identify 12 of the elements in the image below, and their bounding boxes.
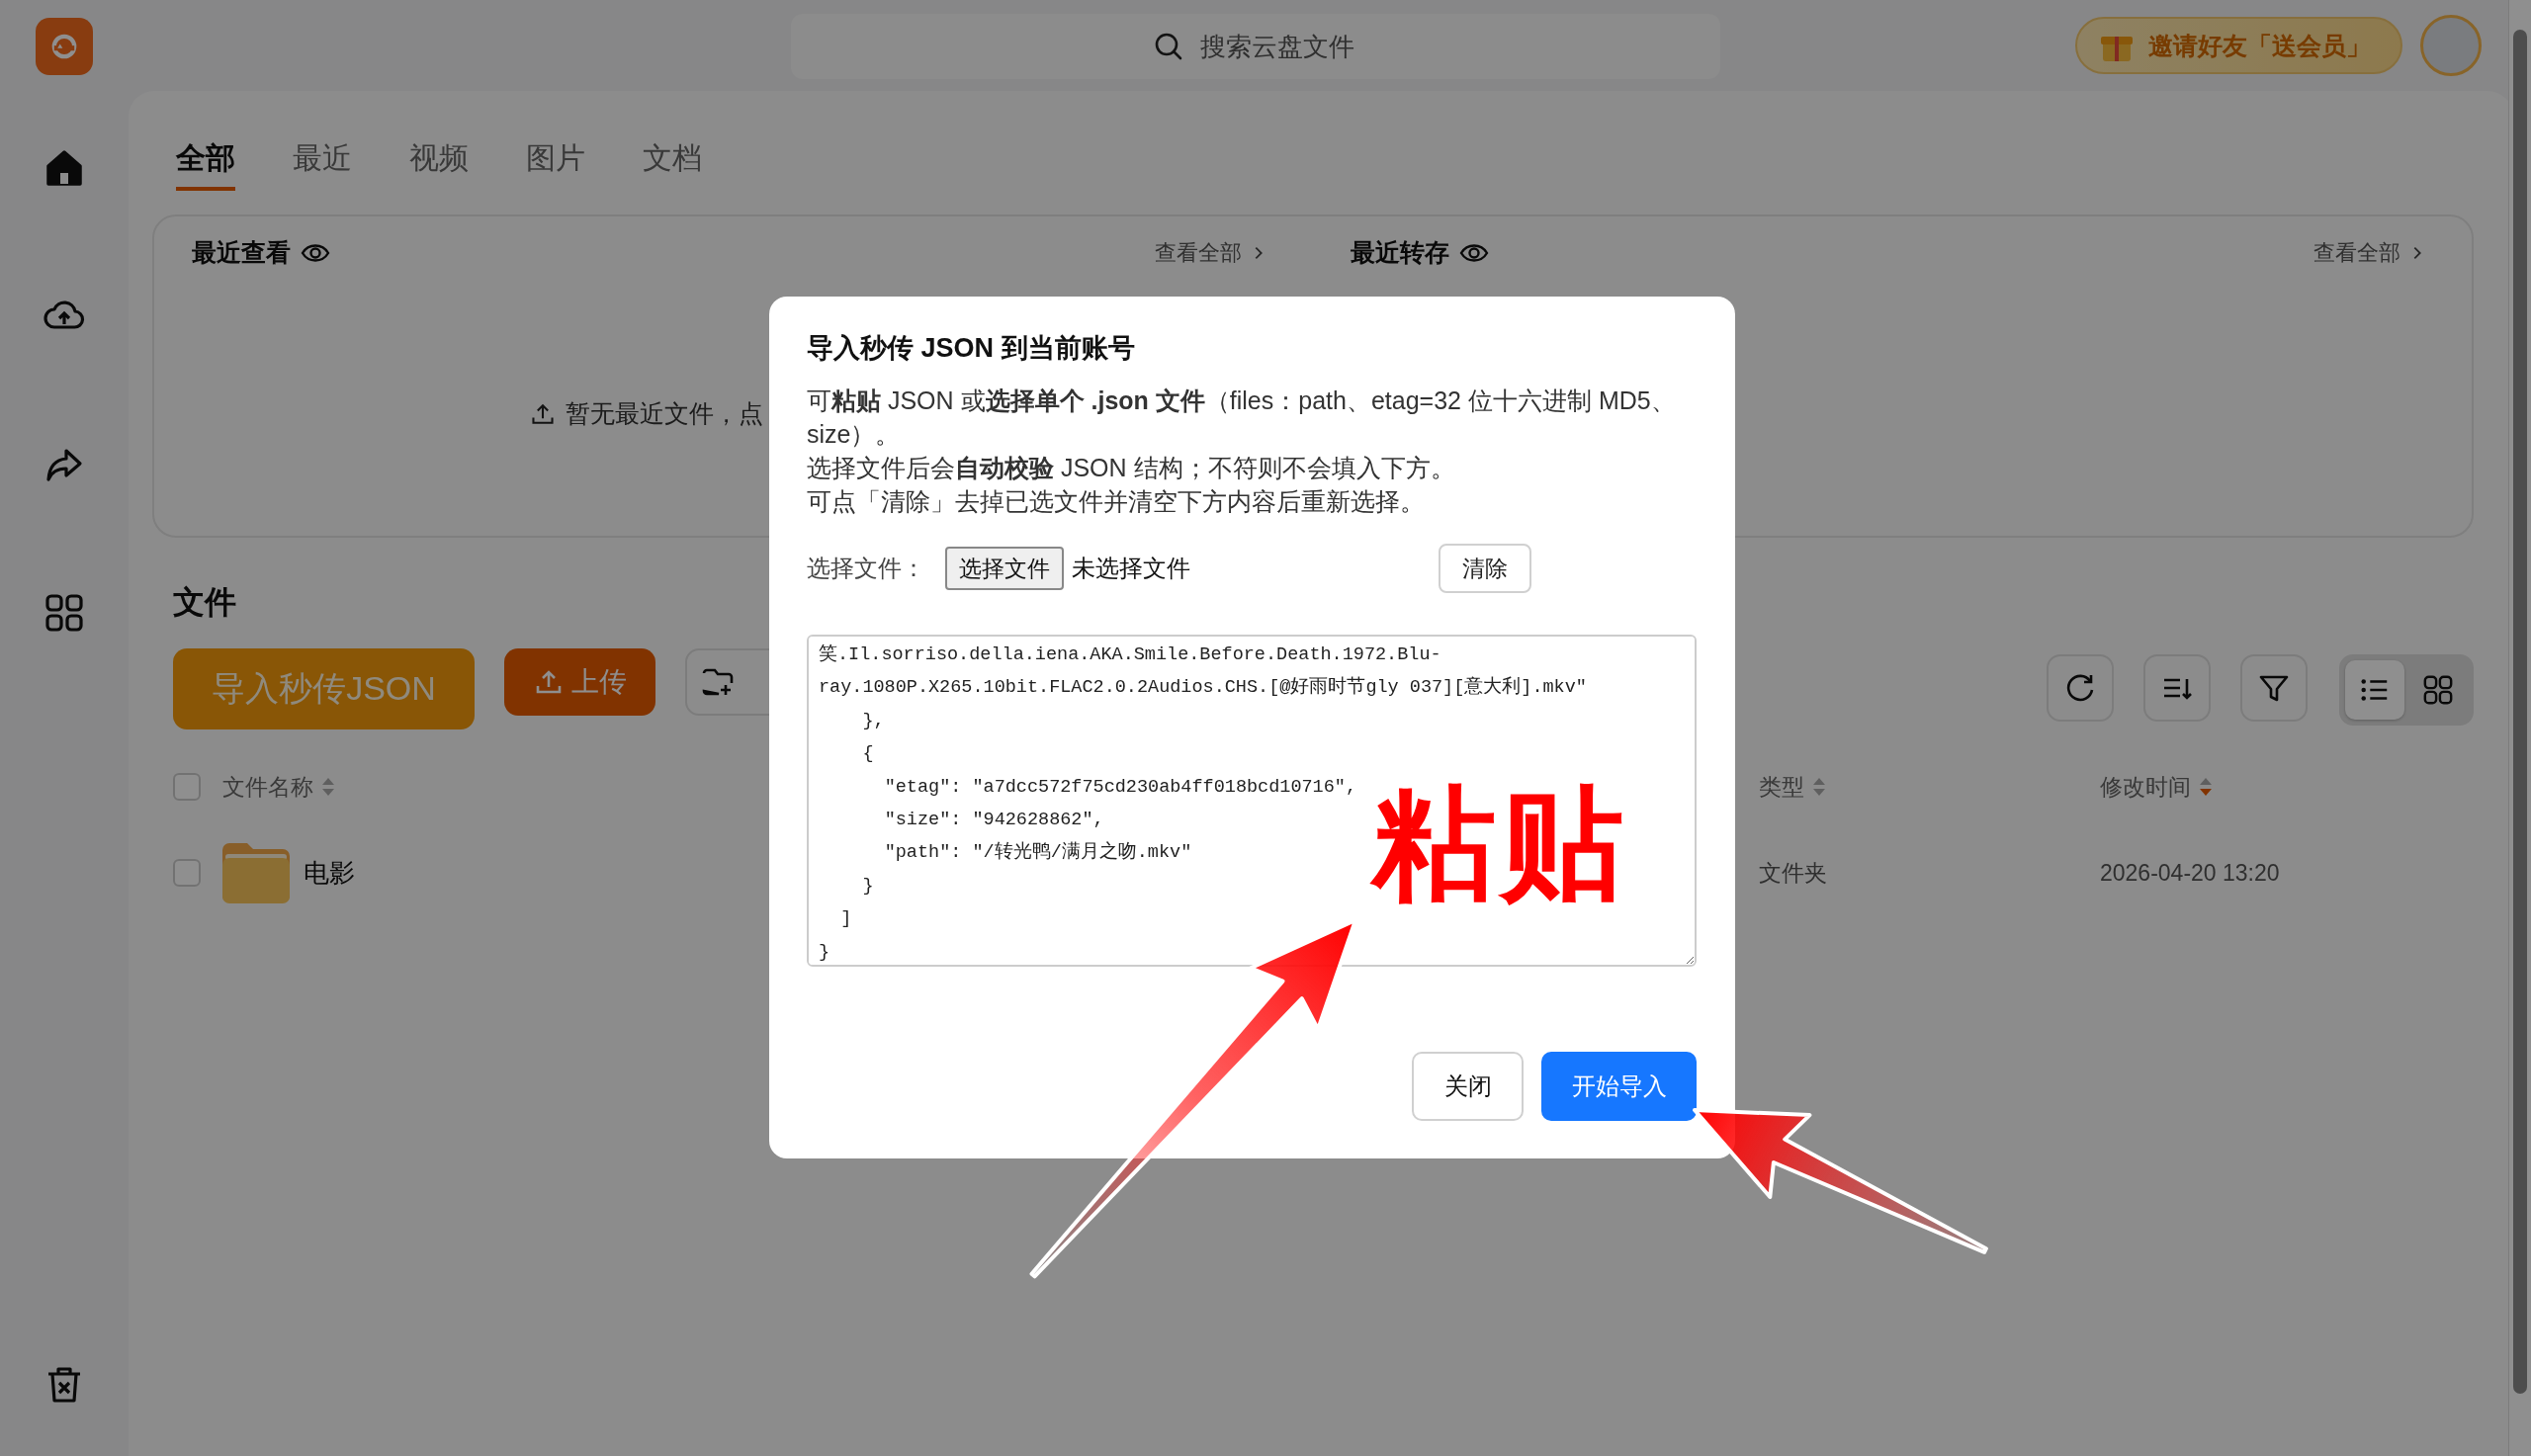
table-cell-text: 2026-04-20 13:20 — [2100, 859, 2281, 887]
section-heading: 文件 — [173, 583, 237, 622]
table-cell-text: 文件夹 — [1759, 858, 1828, 888]
empty-message: 暂无最近文件，点 — [566, 398, 763, 429]
dialog-text: 可点「清除」去掉已选文件并清空下方内容后重新选择。 — [807, 486, 1426, 517]
dialog-text: 可粘贴 JSON 或选择单个 .json 文件（files：path、etag=32 位十六进制 MD5、size）。 — [807, 385, 1677, 450]
section-title: 最近查看 — [192, 237, 291, 268]
dialog-text: 选择文件后会自动校验 JSON 结构；不符则不会填入下方。 — [807, 453, 1456, 483]
dialog-title: 导入秒传 JSON 到当前账号 — [807, 332, 1136, 365]
file-status: 未选择文件 — [1072, 554, 1190, 583]
field-label: 选择文件： — [807, 554, 925, 583]
section-title: 最近转存 — [1351, 237, 1449, 268]
